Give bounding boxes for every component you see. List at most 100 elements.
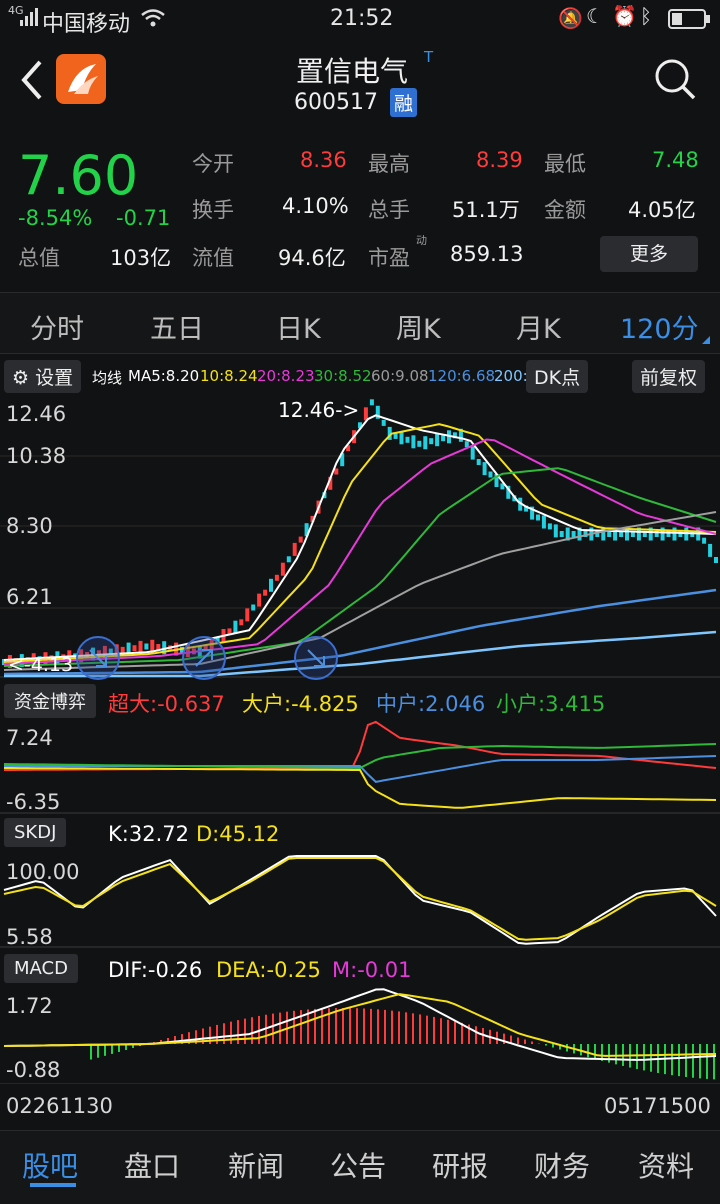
stock-header: 置信电气 T 600517 融 <box>0 38 720 128</box>
tab-120min[interactable]: 120分 <box>620 307 699 346</box>
macd-bar <box>706 1044 708 1079</box>
macd-bar <box>321 1008 323 1044</box>
dk-buy-icon[interactable] <box>74 634 122 686</box>
dk-sell-icon[interactable] <box>180 634 228 686</box>
period-tabs: 分时 五日 日K 周K 月K 120分 <box>0 292 720 354</box>
volume-label: 总手 <box>368 198 410 222</box>
search-icon[interactable] <box>652 56 698 106</box>
back-icon[interactable] <box>16 58 46 106</box>
candle <box>144 643 149 650</box>
nav-news[interactable]: 新闻 <box>228 1145 284 1185</box>
macd-dea: DEA:-0.25 <box>216 958 321 982</box>
nav-active-indicator <box>30 1183 76 1187</box>
macd-dif: DIF:-0.26 <box>108 958 203 982</box>
macd-bar <box>405 1012 407 1044</box>
nav-profile[interactable]: 资料 <box>638 1145 694 1185</box>
stock-code: 600517 <box>294 90 378 115</box>
candle <box>369 399 374 406</box>
float-value: 94.6亿 <box>278 246 346 270</box>
candle <box>257 593 262 607</box>
nav-finance[interactable]: 财务 <box>534 1145 590 1185</box>
macd-bar <box>454 1021 456 1044</box>
fund-large: 大户:-4.825 <box>242 692 359 716</box>
current-price: 7.60 <box>18 144 139 207</box>
turnover-value: 4.10% <box>282 194 349 218</box>
macd-bar <box>594 1044 596 1060</box>
macd-bar <box>433 1016 435 1044</box>
candle <box>245 608 250 622</box>
macd-bar <box>279 1012 281 1044</box>
open-label: 今开 <box>192 152 234 176</box>
tab-daily-k[interactable]: 日K <box>276 307 321 346</box>
amount-label: 金额 <box>544 198 586 222</box>
fund-flow-button[interactable]: 资金博弈 <box>4 684 96 718</box>
kline-y-label-3: 8.30 <box>6 514 53 538</box>
stock-name-sup: T <box>424 48 434 66</box>
macd-chart[interactable] <box>0 984 720 1084</box>
nav-announcement[interactable]: 公告 <box>330 1145 386 1185</box>
macd-bar <box>370 1008 372 1044</box>
x-axis-start: 02261130 <box>6 1094 113 1118</box>
skdj-k-line <box>3 855 717 945</box>
macd-bar <box>398 1011 400 1044</box>
macd-bar <box>90 1044 92 1060</box>
tab-intraday[interactable]: 分时 <box>30 307 84 346</box>
ma-title: 均线 <box>92 369 123 387</box>
macd-bar <box>244 1018 246 1044</box>
ma20-line <box>3 438 717 665</box>
macd-bar <box>517 1037 519 1044</box>
macd-bar <box>531 1041 533 1044</box>
candle <box>547 523 552 530</box>
macd-bar <box>545 1044 547 1046</box>
nav-pankou[interactable]: 盘口 <box>124 1145 180 1185</box>
signal-icon <box>20 8 40 34</box>
candle <box>559 531 564 537</box>
macd-bar <box>377 1009 379 1044</box>
fuquan-button[interactable]: 前复权 <box>632 360 706 393</box>
macd-bar <box>314 1008 316 1044</box>
macd-bar <box>447 1019 449 1044</box>
macd-bar <box>356 1008 358 1044</box>
nav-guba[interactable]: 股吧 <box>22 1145 78 1185</box>
turnover-label: 换手 <box>192 198 234 222</box>
app-logo-icon[interactable] <box>56 54 106 104</box>
macd-bar <box>524 1039 526 1044</box>
x-axis-end: 05171500 <box>604 1094 711 1118</box>
high-value: 8.39 <box>476 148 523 172</box>
candle <box>482 462 487 476</box>
candle <box>464 441 469 448</box>
candle <box>601 527 606 541</box>
dk-point-button[interactable]: DK点 <box>526 360 589 393</box>
candle <box>274 574 279 581</box>
moon-icon: ☾ <box>586 4 604 28</box>
total-value-label: 总值 <box>18 246 60 270</box>
macd-bar <box>636 1044 638 1070</box>
macd-bar <box>391 1010 393 1044</box>
change-amount: -0.71 <box>116 206 171 230</box>
skdj-chart[interactable] <box>0 850 720 948</box>
kline-y-label-1: 12.46 <box>6 402 67 426</box>
macd-bar <box>237 1020 239 1044</box>
candle <box>132 645 137 652</box>
tab-weekly-k[interactable]: 周K <box>396 307 441 346</box>
nav-research[interactable]: 研报 <box>432 1145 488 1185</box>
fund-flow-chart[interactable] <box>0 718 720 814</box>
amount-value: 4.05亿 <box>628 198 696 222</box>
pe-label: 市盈 <box>368 246 410 270</box>
macd-bar <box>363 1008 365 1044</box>
skdj-button[interactable]: SKDJ <box>4 818 67 847</box>
more-button[interactable]: 更多 <box>600 236 698 272</box>
dk-signal-icon[interactable] <box>292 634 340 686</box>
macd-y-max: 1.72 <box>6 994 53 1018</box>
stock-name: 置信电气 <box>296 55 409 88</box>
macd-bar <box>650 1044 652 1072</box>
candle <box>298 536 303 543</box>
pe-sup: 动 <box>416 234 427 247</box>
tab-five-day[interactable]: 五日 <box>150 307 204 346</box>
fund-y-min: -6.35 <box>6 790 61 814</box>
settings-button[interactable]: ⚙ 设置 <box>4 360 82 393</box>
macd-button[interactable]: MACD <box>4 954 78 983</box>
macd-bar <box>685 1044 687 1077</box>
macd-bar <box>97 1044 99 1058</box>
tab-monthly-k[interactable]: 月K <box>516 307 561 346</box>
